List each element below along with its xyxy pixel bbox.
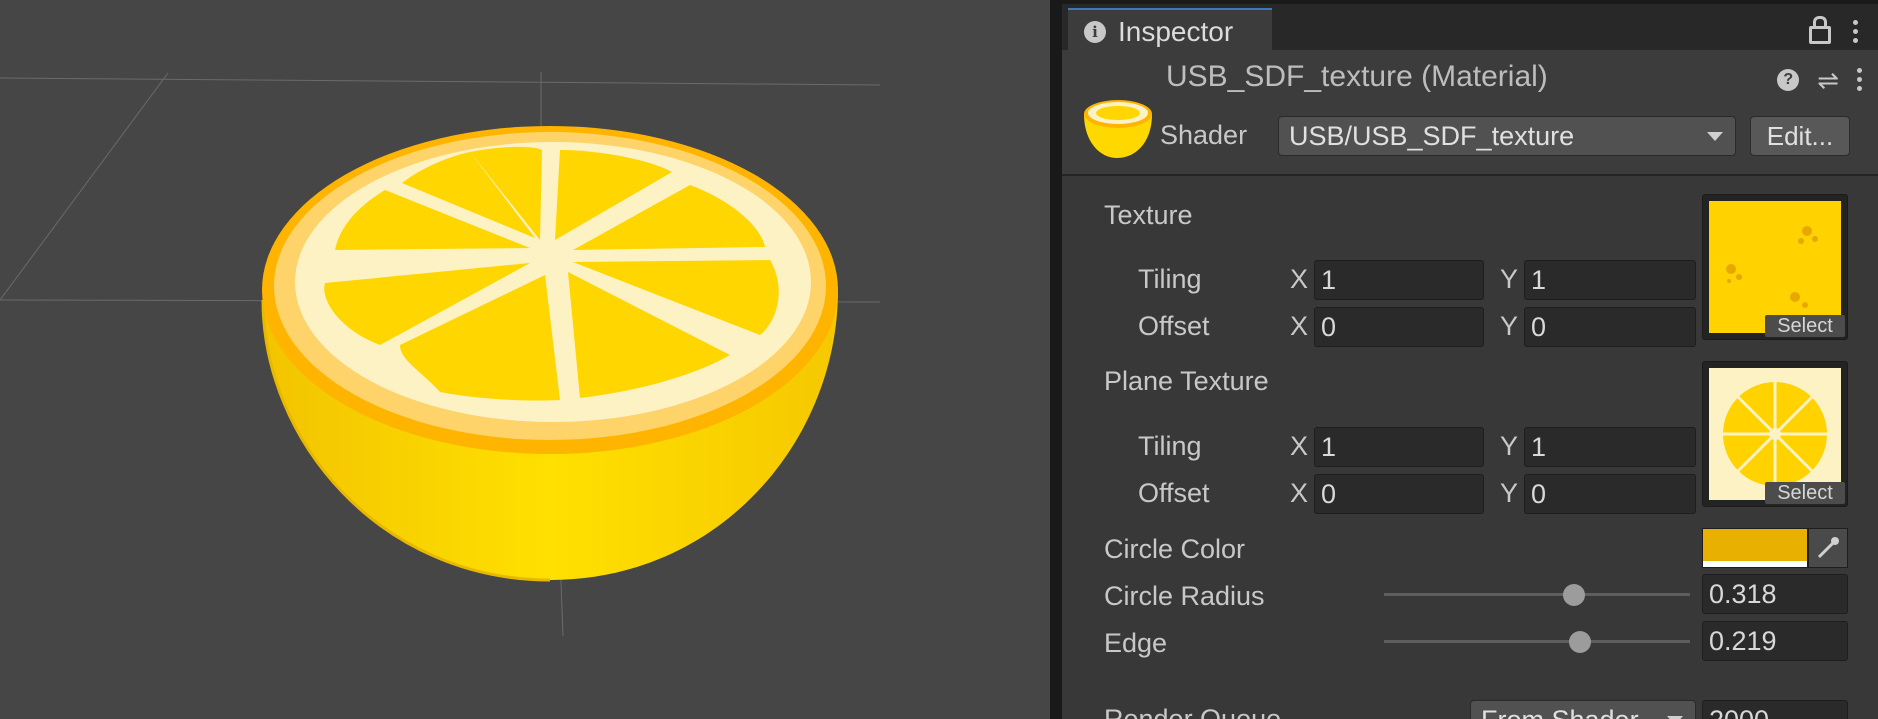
texture-select-button[interactable]: Select — [1765, 315, 1845, 337]
render-queue-input[interactable]: 2000 — [1702, 700, 1848, 719]
texture-tiling-y-label: Y — [1500, 264, 1519, 294]
texture-tiling-label: Tiling — [1138, 264, 1202, 294]
texture-label: Texture — [1104, 200, 1193, 230]
edge-input[interactable]: 0.219 — [1702, 621, 1848, 661]
circle-radius-input[interactable]: 0.318 — [1702, 574, 1848, 614]
edge-slider-thumb[interactable] — [1568, 631, 1591, 653]
plane-texture-select-button[interactable]: Select — [1765, 482, 1845, 504]
plane-texture-label: Plane Texture — [1104, 366, 1269, 396]
plane-texture-offset-x-label: X — [1290, 478, 1309, 508]
inspector-tab-bar: i Inspector — [1062, 0, 1878, 54]
texture-tiling-x-input[interactable]: 1 — [1314, 260, 1484, 300]
circle-radius-label: Circle Radius — [1104, 581, 1265, 611]
render-queue-mode: From Shader — [1481, 705, 1639, 719]
scene-viewport[interactable] — [0, 0, 1050, 719]
plane-texture-tiling-label: Tiling — [1138, 431, 1202, 461]
panel-splitter[interactable] — [1050, 0, 1062, 719]
eyedropper-icon — [1817, 537, 1839, 559]
material-preview-thumbnail — [1084, 100, 1152, 158]
plane-texture-slot[interactable]: Select — [1702, 361, 1848, 507]
texture-tiling-x-label: X — [1290, 264, 1309, 294]
shader-dropdown[interactable]: USB/USB_SDF_texture — [1278, 116, 1736, 156]
texture-offset-x-label: X — [1290, 311, 1309, 341]
help-icon[interactable]: ? — [1777, 68, 1800, 91]
plane-texture-offset-x-input[interactable]: 0 — [1314, 474, 1484, 514]
texture-slot[interactable]: Select — [1702, 194, 1848, 340]
chevron-down-icon — [1707, 132, 1723, 141]
inspector-panel: i Inspector USB_SDF_texture (Material) ?… — [1062, 0, 1878, 719]
circle-color-swatch[interactable] — [1702, 528, 1808, 568]
lemon-preview-mesh — [0, 72, 881, 637]
material-more-options-icon[interactable] — [1857, 68, 1862, 91]
tab-inspector[interactable]: i Inspector — [1068, 8, 1272, 54]
plane-texture-offset-y-label: Y — [1500, 478, 1519, 508]
render-queue-dropdown[interactable]: From Shader — [1470, 700, 1696, 719]
texture-offset-y-label: Y — [1500, 311, 1519, 341]
texture-offset-y-input[interactable]: 0 — [1524, 307, 1696, 347]
render-queue-label: Render Queue — [1104, 704, 1282, 719]
circle-radius-slider[interactable] — [1384, 593, 1690, 596]
tab-label: Inspector — [1118, 16, 1234, 47]
header-tools: ? ⇌ — [1777, 67, 1862, 93]
lock-icon[interactable] — [1809, 16, 1831, 44]
edit-shader-button[interactable]: Edit... — [1750, 116, 1850, 156]
circle-color-label: Circle Color — [1104, 534, 1246, 564]
material-header: USB_SDF_texture (Material) ? ⇌ Shader US… — [1062, 50, 1878, 176]
edge-slider[interactable] — [1384, 640, 1690, 643]
eyedropper-button[interactable] — [1808, 528, 1848, 568]
alpha-bar — [1703, 561, 1807, 567]
shader-value: USB/USB_SDF_texture — [1289, 121, 1575, 151]
plane-texture-thumbnail — [1709, 368, 1841, 500]
texture-offset-x-input[interactable]: 0 — [1314, 307, 1484, 347]
texture-tiling-y-input[interactable]: 1 — [1524, 260, 1696, 300]
material-title: USB_SDF_texture (Material) — [1166, 60, 1548, 93]
plane-texture-tiling-y-input[interactable]: 1 — [1524, 427, 1696, 467]
texture-offset-label: Offset — [1138, 311, 1210, 341]
plane-texture-tiling-y-label: Y — [1500, 431, 1519, 461]
shader-label: Shader — [1160, 120, 1248, 150]
edge-label: Edge — [1104, 628, 1168, 658]
circle-radius-slider-thumb[interactable] — [1562, 584, 1585, 606]
plane-texture-offset-label: Offset — [1138, 478, 1210, 508]
texture-thumbnail — [1709, 201, 1841, 333]
plane-texture-tiling-x-label: X — [1290, 431, 1309, 461]
preset-settings-icon[interactable]: ⇌ — [1817, 67, 1839, 93]
info-icon: i — [1084, 21, 1106, 43]
tab-tools — [1809, 14, 1858, 48]
more-options-icon[interactable] — [1853, 19, 1858, 43]
plane-texture-offset-y-input[interactable]: 0 — [1524, 474, 1696, 514]
plane-texture-tiling-x-input[interactable]: 1 — [1314, 427, 1484, 467]
